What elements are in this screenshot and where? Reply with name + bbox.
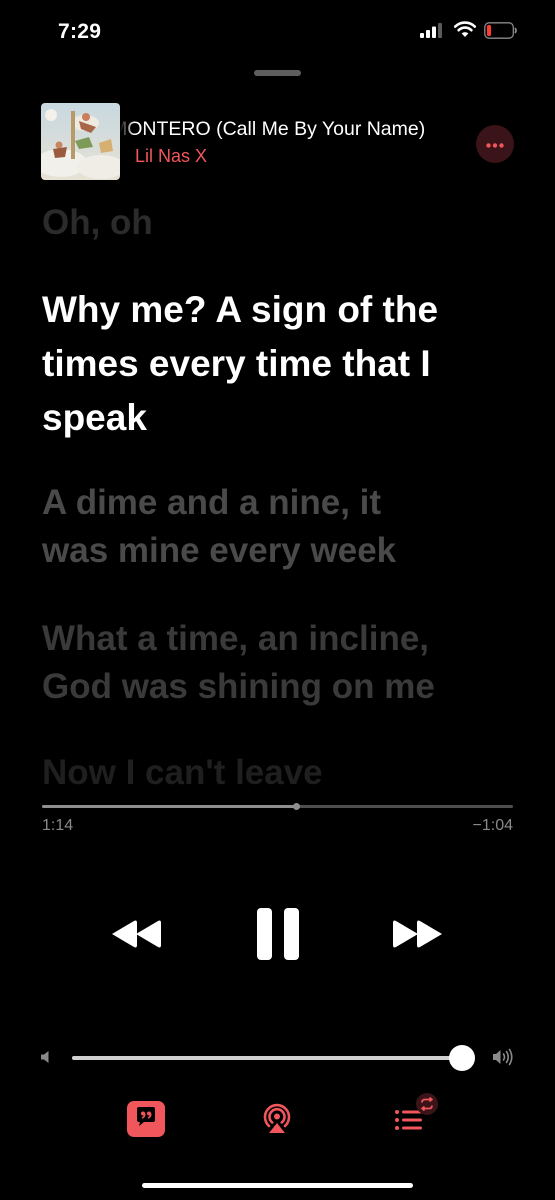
volume-level-fill [72,1056,462,1060]
elapsed-time: 1:14 [42,817,74,834]
lyric-line[interactable]: A dime and a nine, it was mine every wee… [42,479,396,575]
ellipsis-icon [486,135,504,153]
scrubber-progress-fill [42,805,297,808]
wifi-icon [453,20,477,43]
playback-scrubber[interactable] [42,803,513,810]
lyric-line[interactable]: Oh, oh [42,199,153,247]
volume-slider[interactable] [72,1045,475,1071]
sheet-grabber[interactable] [254,70,301,76]
rewind-icon [108,920,166,954]
airplay-button[interactable] [260,1100,294,1141]
queue-list-icon [393,1093,441,1140]
lyric-line[interactable]: What a time, an incline, God was shining… [42,615,435,711]
lyric-line-active[interactable]: Why me? A sign of the times every time t… [42,283,438,445]
volume-high-icon [492,1048,514,1071]
rewind-button[interactable] [108,918,166,955]
song-title-marquee: MONTERO (Call Me By Your Name) [120,118,450,141]
status-time: 7:29 [58,20,102,43]
more-options-button[interactable] [476,125,514,163]
cellular-signal-icon [420,23,442,43]
fast-forward-button[interactable] [388,918,446,955]
battery-low-icon [484,22,518,44]
home-indicator[interactable] [142,1183,413,1188]
lyrics-quote-icon [134,1105,158,1134]
scrubber-handle[interactable] [293,803,301,810]
volume-low-icon [40,1050,52,1069]
airplay-audio-icon [260,1103,294,1140]
song-title: MONTERO (Call Me By Your Name) [120,118,426,140]
pause-button[interactable] [255,907,301,966]
lyric-line[interactable]: Now I can't leave [42,749,323,789]
artist-name[interactable]: Lil Nas X [135,146,207,167]
album-artwork[interactable] [41,103,120,180]
fast-forward-icon [388,920,446,954]
pause-icon [255,908,301,965]
queue-button[interactable] [393,1092,441,1141]
remaining-time: −1:04 [472,817,513,834]
lyrics-button[interactable] [127,1101,165,1137]
volume-handle[interactable] [449,1045,475,1071]
